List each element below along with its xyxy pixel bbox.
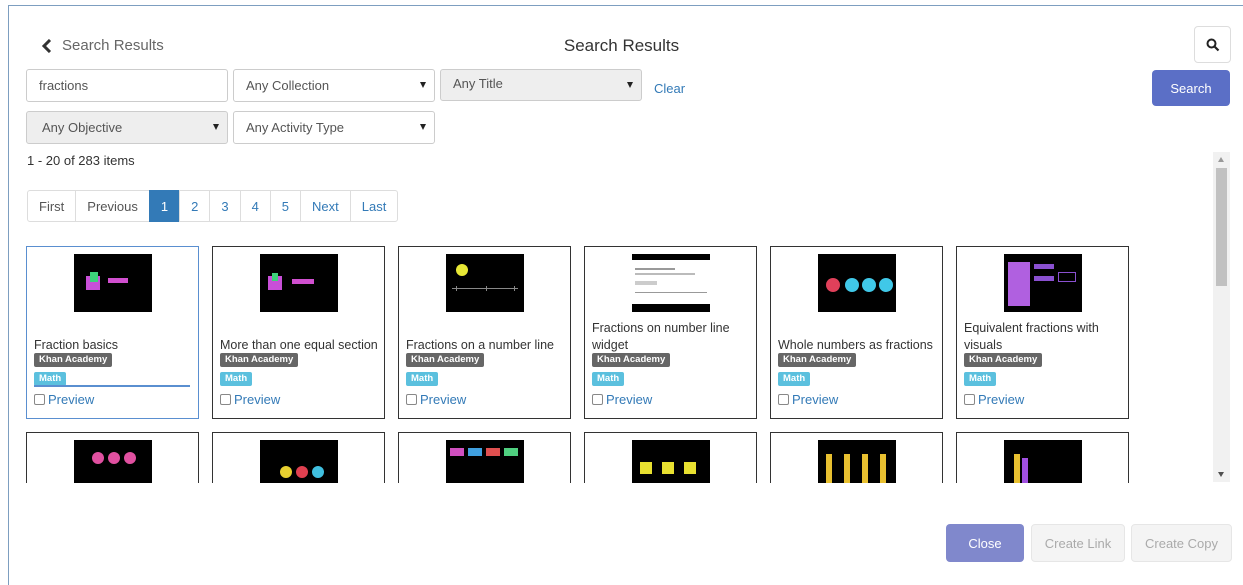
search-input[interactable]: fractions: [26, 69, 228, 102]
result-thumbnail: [260, 440, 338, 483]
objective-select-value: Any Objective: [42, 120, 123, 135]
subject-tag: Math: [778, 372, 811, 386]
page-last[interactable]: Last: [349, 190, 399, 222]
results-scrollbar[interactable]: [1213, 152, 1230, 482]
scroll-up-icon[interactable]: [1218, 157, 1224, 162]
result-card[interactable]: [212, 432, 385, 483]
result-title: Fraction basics: [34, 338, 119, 352]
result-thumbnail: [1004, 254, 1082, 312]
result-thumbnail: [74, 440, 152, 483]
subject-tag: Math: [964, 372, 997, 386]
title-select[interactable]: Any Title: [440, 69, 642, 101]
preview-label: Preview: [420, 392, 467, 407]
source-tag: Khan Academy: [964, 353, 1043, 367]
result-thumbnail: [818, 254, 896, 312]
result-card[interactable]: Fraction basics Khan Academy Math Previe…: [26, 246, 199, 419]
activity-type-select-value: Any Activity Type: [246, 120, 345, 135]
result-card[interactable]: Equivalent fractions with visuals Khan A…: [956, 246, 1129, 419]
page-5[interactable]: 5: [269, 190, 302, 222]
subject-tag: Math: [592, 372, 625, 386]
preview-toggle[interactable]: Preview: [964, 392, 1024, 407]
source-tag: Khan Academy: [406, 353, 485, 367]
caret-down-icon: [420, 124, 426, 130]
pagination: First Previous 1 2 3 4 5 Next Last: [27, 190, 399, 222]
result-card[interactable]: [398, 432, 571, 483]
preview-checkbox[interactable]: [406, 394, 417, 405]
source-tag: Khan Academy: [778, 353, 857, 367]
collection-select[interactable]: Any Collection: [233, 69, 435, 102]
result-thumbnail: [818, 440, 896, 483]
result-title: Fractions on a number line: [406, 338, 554, 352]
result-title: Fractions on number line widget: [592, 321, 730, 352]
preview-label: Preview: [234, 392, 281, 407]
preview-label: Preview: [48, 392, 95, 407]
search-toggle-button[interactable]: [1194, 26, 1231, 63]
close-button[interactable]: Close: [946, 524, 1024, 562]
preview-toggle[interactable]: Preview: [406, 392, 466, 407]
result-thumbnail: [632, 254, 710, 312]
page-4[interactable]: 4: [239, 190, 271, 222]
preview-toggle[interactable]: Preview: [34, 392, 94, 407]
preview-label: Preview: [792, 392, 839, 407]
result-thumbnail: [446, 440, 524, 483]
create-link-button[interactable]: Create Link: [1031, 524, 1125, 562]
scrollbar-thumb[interactable]: [1216, 168, 1227, 286]
result-card[interactable]: [770, 432, 943, 483]
preview-checkbox[interactable]: [34, 394, 45, 405]
clear-link[interactable]: Clear: [654, 81, 685, 96]
page-title: Search Results: [563, 36, 680, 55]
result-card[interactable]: More than one equal section Khan Academy…: [212, 246, 385, 419]
results-count: 1 - 20 of 283 items: [27, 153, 135, 168]
activity-type-select[interactable]: Any Activity Type: [233, 111, 435, 144]
preview-label: Preview: [606, 392, 653, 407]
search-button[interactable]: Search: [1152, 70, 1230, 106]
preview-checkbox[interactable]: [220, 394, 231, 405]
results-grid: Fraction basics Khan Academy Math Previe…: [20, 243, 1232, 483]
page-2[interactable]: 2: [179, 190, 211, 222]
source-tag: Khan Academy: [220, 353, 299, 367]
result-card[interactable]: [26, 432, 199, 483]
preview-toggle[interactable]: Preview: [592, 392, 652, 407]
result-title: More than one equal section: [220, 338, 378, 352]
caret-down-icon: [213, 124, 219, 130]
page-first[interactable]: First: [27, 190, 77, 222]
result-thumbnail: [74, 254, 152, 312]
scroll-down-icon[interactable]: [1218, 472, 1224, 477]
result-thumbnail: [1004, 440, 1082, 483]
result-card[interactable]: [584, 432, 757, 483]
preview-toggle[interactable]: Preview: [778, 392, 838, 407]
source-tag: Khan Academy: [34, 353, 113, 367]
caret-down-icon: [420, 82, 426, 88]
page-3[interactable]: 3: [209, 190, 241, 222]
objective-select[interactable]: Any Objective: [26, 111, 228, 144]
result-thumbnail: [260, 254, 338, 312]
result-title: Equivalent fractions with visuals: [964, 321, 1099, 352]
search-icon: [1206, 38, 1219, 51]
preview-toggle[interactable]: Preview: [220, 392, 280, 407]
title-select-value: Any Title: [453, 75, 503, 91]
subject-tag: Math: [220, 372, 253, 386]
subject-tag: Math: [34, 372, 67, 386]
page-next[interactable]: Next: [300, 190, 351, 222]
preview-checkbox[interactable]: [592, 394, 603, 405]
result-thumbnail: [446, 254, 524, 312]
caret-down-icon: [627, 82, 633, 88]
result-card[interactable]: Fractions on a number line Khan Academy …: [398, 246, 571, 419]
result-thumbnail: [632, 440, 710, 483]
preview-checkbox[interactable]: [778, 394, 789, 405]
page-1[interactable]: 1: [148, 190, 181, 222]
preview-label: Preview: [978, 392, 1025, 407]
collection-select-value: Any Collection: [246, 78, 330, 93]
source-tag: Khan Academy: [592, 353, 671, 367]
result-card[interactable]: [956, 432, 1129, 483]
result-card[interactable]: Fractions on number line widget Khan Aca…: [584, 246, 757, 419]
subject-tag: Math: [406, 372, 439, 386]
page-previous[interactable]: Previous: [75, 190, 150, 222]
create-copy-button[interactable]: Create Copy: [1131, 524, 1232, 562]
selection-underline: [34, 385, 190, 387]
preview-checkbox[interactable]: [964, 394, 975, 405]
result-card[interactable]: Whole numbers as fractions Khan Academy …: [770, 246, 943, 419]
result-title: Whole numbers as fractions: [778, 338, 933, 352]
search-input-value: fractions: [39, 78, 89, 93]
